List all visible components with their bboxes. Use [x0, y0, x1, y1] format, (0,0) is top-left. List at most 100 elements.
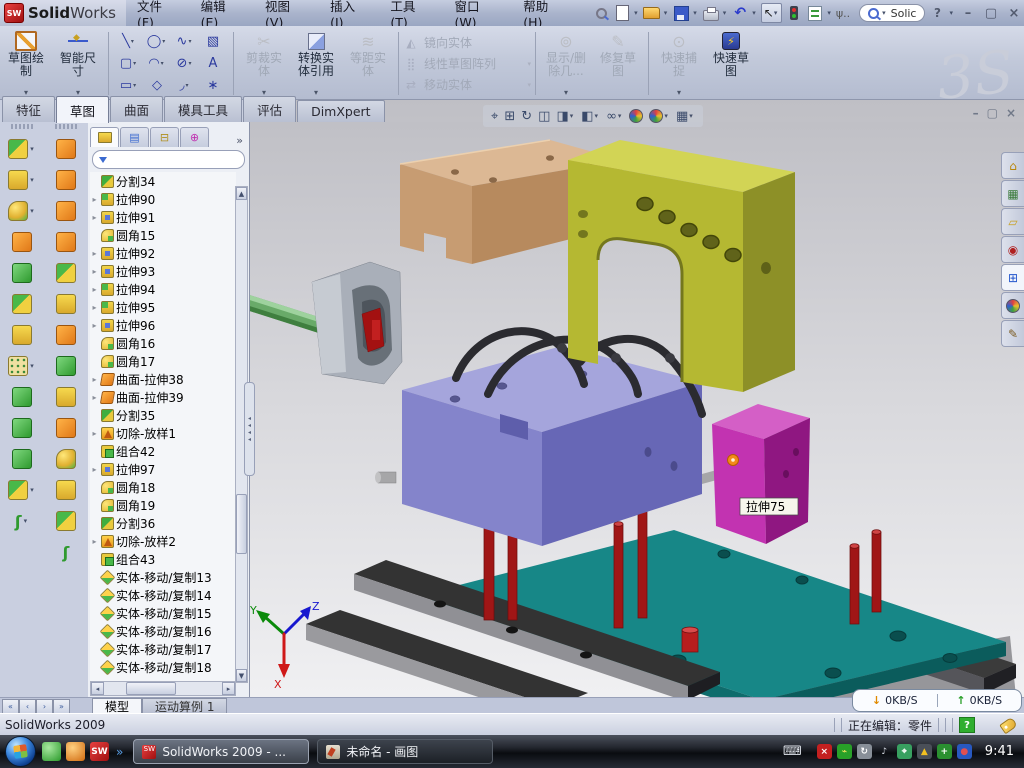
tree-item[interactable]: ▸拉伸92	[90, 244, 236, 262]
dropdown-arrow-icon[interactable]: ▾	[30, 362, 34, 370]
prev-tab-button[interactable]: ‹	[19, 699, 36, 714]
expand-arrow-icon[interactable]: ▸	[90, 195, 99, 204]
tree-item[interactable]: ▸切除-放样2	[90, 532, 236, 550]
app-close-button[interactable]: ×	[1004, 6, 1024, 21]
mirror-tool[interactable]	[12, 443, 32, 474]
tree-item[interactable]: ▸拉伸97	[90, 460, 236, 478]
scroll-thumb[interactable]	[236, 494, 247, 554]
sketch-fillet-icon[interactable]: ◞▾	[171, 75, 199, 97]
line-icon[interactable]: ╲▾	[115, 31, 143, 53]
volume-icon[interactable]: ♪	[877, 744, 892, 759]
tree-item[interactable]: 实体-移动/复制18	[90, 658, 236, 676]
tree-item[interactable]: 分割36	[90, 514, 236, 532]
radiate-surface-tool[interactable]	[56, 319, 76, 350]
expand-arrow-icon[interactable]: ▸	[90, 429, 99, 438]
expand-arrow-icon[interactable]: ▸	[90, 375, 99, 384]
spline-icon[interactable]: ∿▾	[171, 31, 199, 53]
tree-item[interactable]: ▸拉伸90	[90, 190, 236, 208]
planar-surface-tool[interactable]	[56, 133, 76, 164]
last-tab-button[interactable]: »	[53, 699, 70, 714]
tree-item[interactable]: 组合42	[90, 442, 236, 460]
knit-surface-tool[interactable]	[56, 381, 76, 412]
dropdown-arrow-icon[interactable]: ▾	[162, 38, 165, 45]
next-tab-button[interactable]: ›	[36, 699, 53, 714]
scroll-down-button[interactable]: ▼	[236, 669, 247, 682]
solidworks-quick-icon[interactable]: SW	[90, 742, 109, 761]
dropdown-arrow-icon[interactable]: ▾	[161, 60, 164, 67]
dropdown-arrow-icon[interactable]: ▾	[30, 207, 34, 215]
toolbar-grip[interactable]	[11, 124, 33, 129]
rib-tool[interactable]	[12, 381, 32, 412]
tab-评估[interactable]: 评估	[243, 96, 296, 122]
tree-item[interactable]: ▸曲面-拉伸39	[90, 388, 236, 406]
start-button[interactable]	[5, 736, 36, 767]
graphics-viewport[interactable]: 拉伸75 Y Z X ⌖⊞↻◫◨▾◧▾∞▾▾▦▾ – ▢ × ⌂▦▱◉⊞✎	[250, 100, 1024, 697]
tree-item[interactable]: ▸拉伸91	[90, 208, 236, 226]
tree-item[interactable]: 组合43	[90, 550, 236, 568]
move-entities-button[interactable]: ⇄ 移动实体▾	[403, 75, 531, 95]
tree-item[interactable]: 圆角19	[90, 496, 236, 514]
apply-scene-icon[interactable]: ▾	[647, 109, 672, 123]
quick-snaps-button[interactable]: ⊙ 快速捕 捉▾	[653, 28, 705, 99]
file-explorer-tab[interactable]: ▱	[1001, 208, 1024, 235]
dimxpert-manager-tab[interactable]: ⊕	[180, 127, 209, 147]
toolbar-grip[interactable]	[55, 124, 77, 129]
dropdown-arrow-icon[interactable]: ▾	[30, 486, 34, 494]
scroll-thumb[interactable]	[126, 682, 176, 695]
search-input[interactable]: Solic	[891, 7, 917, 20]
tree-item[interactable]: 实体-移动/复制16	[90, 622, 236, 640]
tree-item[interactable]: 实体-移动/复制15	[90, 604, 236, 622]
pin-toolbar-icon[interactable]	[592, 4, 610, 22]
appearances-tab[interactable]	[1001, 292, 1024, 319]
section-view-icon[interactable]: ◫	[536, 109, 552, 124]
view-orientation-icon[interactable]: ◨▾	[554, 109, 577, 124]
lofted-surface-tool[interactable]	[56, 226, 76, 257]
point-icon[interactable]: ∗	[199, 75, 227, 97]
update-icon[interactable]: ↻	[857, 744, 872, 759]
app-orange-icon[interactable]	[66, 742, 85, 761]
selection-box-icon[interactable]: ▧	[199, 31, 227, 53]
rebuild-button[interactable]	[785, 4, 803, 22]
select-tool-button[interactable]: ↖▾	[761, 3, 783, 23]
tags-icon[interactable]	[999, 716, 1018, 734]
doc-restore-button[interactable]: ▢	[987, 106, 998, 120]
feature-manager-tab[interactable]	[90, 127, 119, 147]
lofted-boss-tool[interactable]	[12, 257, 32, 288]
curves-tool[interactable]: ʃ▾	[15, 505, 29, 536]
smart-dimension-button[interactable]: 智能尺 寸▾	[52, 28, 104, 99]
options-button[interactable]	[806, 4, 824, 22]
expand-arrow-icon[interactable]: ▸	[90, 267, 99, 276]
extruded-cut-tool[interactable]: ▾	[8, 164, 36, 195]
motion-study-tab[interactable]: 运动算例 1	[142, 698, 227, 714]
antivirus-icon[interactable]: ×	[817, 744, 832, 759]
expand-arrow-icon[interactable]: ▸	[90, 213, 99, 222]
tree-item[interactable]: ▸拉伸94	[90, 280, 236, 298]
dropdown-arrow-icon[interactable]: ▾	[570, 112, 574, 120]
model-tab[interactable]: 模型	[92, 698, 142, 714]
panel-chevron-button[interactable]: »	[236, 134, 247, 147]
rapid-sketch-button[interactable]: ⚡ 快速草 图	[705, 28, 757, 99]
expand-arrow-icon[interactable]: ▸	[90, 465, 99, 474]
taskbar-clock[interactable]: 9:41	[985, 744, 1014, 759]
scroll-left-button[interactable]: ◂	[91, 682, 104, 695]
dropdown-arrow-icon[interactable]: ▾	[133, 82, 136, 89]
display-delete-relations-button[interactable]: ⊚ 显示/删 除几...▾	[540, 28, 592, 99]
save-button[interactable]	[672, 4, 690, 22]
chamfer-tool[interactable]	[12, 288, 32, 319]
device-icon[interactable]: ⌖	[897, 744, 912, 759]
undo-button[interactable]: ↶	[731, 4, 749, 22]
expand-arrow-icon[interactable]: ▸	[90, 321, 99, 330]
trim-entities-button[interactable]: ✂ 剪裁实 体▾	[238, 28, 290, 99]
tab-模具工具[interactable]: 模具工具	[164, 96, 242, 122]
boundary-surface-tool[interactable]	[56, 257, 76, 288]
design-library-tab[interactable]: ▦	[1001, 180, 1024, 207]
fillet-tool[interactable]: ▾	[8, 195, 36, 226]
zoom-fit-icon[interactable]: ⌖	[489, 109, 500, 124]
dropdown-arrow-icon[interactable]: ▾	[24, 517, 28, 525]
first-tab-button[interactable]: «	[2, 699, 19, 714]
tree-filter-input[interactable]	[92, 150, 245, 169]
offset-surface-tool[interactable]	[56, 288, 76, 319]
keyboard-layout-icon[interactable]: ⌨	[783, 744, 802, 759]
magenta-block-part[interactable]	[712, 404, 810, 544]
ellipse-icon[interactable]: ⊘▾	[171, 53, 199, 75]
